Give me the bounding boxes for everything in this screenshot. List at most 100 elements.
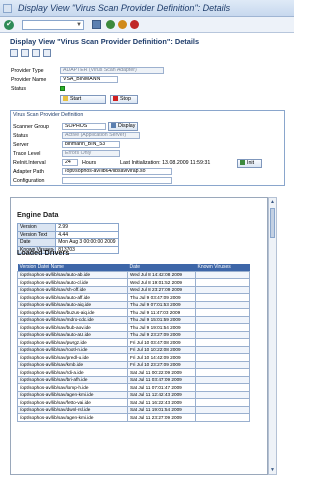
column-header-name[interactable]: Version Datei Name — [17, 264, 128, 271]
engine-data-row: Version 2.99 — [16, 223, 119, 232]
status-green-icon — [60, 86, 65, 91]
scroll-down-icon[interactable]: ▼ — [270, 467, 275, 473]
server-field[interactable]: binmann_BIN_53 — [62, 141, 120, 148]
driver-known-viruses — [195, 308, 250, 317]
driver-known-viruses — [195, 323, 250, 332]
driver-file-name: /opt/sophos-av/lib/sav/auto-aiq.ide — [17, 300, 128, 309]
driver-date: Fri Jul 10 03:47:08 2009 — [127, 338, 196, 347]
driver-date: Fri Jul 10 14:42:09 2009 — [127, 353, 196, 362]
table-row[interactable]: /opt/sophos-av/lib/sav/rdi-a.ide Sat Jul … — [17, 368, 250, 377]
display-button[interactable]: Display — [108, 122, 138, 131]
engine-data-value: Mon Aug 3 00:00:00 2009 — [55, 238, 119, 247]
window-titlebar: Display View "Virus Scan Provider Defini… — [0, 0, 294, 17]
configuration-field[interactable] — [62, 177, 172, 184]
provider-type-field[interactable]: ADAPTER (Virus Scan Adapter) — [60, 67, 164, 74]
driver-file-name: /opt/sophos-av/lib/sav/buzus-aiq.ide — [17, 308, 128, 317]
save-icon[interactable] — [92, 20, 101, 29]
driver-file-name: /opt/sophos-av/lib/sav/agen-kmi.ide — [17, 413, 128, 422]
stop-button[interactable]: Stop — [110, 95, 138, 104]
provider-status-label: Status — [11, 86, 27, 92]
table-row[interactable]: /opt/sophos-av/lib/sav/auto-ab.ide Wed Ju… — [17, 270, 250, 279]
driver-file-name: /opt/sophos-av/lib/sav/pwrgz.ide — [17, 338, 128, 347]
table-row[interactable]: /opt/sophos-av/lib/sav/lomp-h.ide Sat Jul… — [17, 383, 250, 392]
driver-known-viruses — [195, 345, 250, 354]
scroll-up-icon[interactable]: ▲ — [270, 199, 275, 205]
display-icon — [111, 123, 116, 128]
driver-date: Thu Jul 9 03:47:09 2009 — [127, 293, 196, 302]
table-row[interactable]: /opt/sophos-av/lib/sav/auto-aiq.ide Thu J… — [17, 300, 250, 309]
driver-date: Sat Jul 11 12:42:43 2009 — [127, 390, 196, 399]
back-icon[interactable] — [106, 20, 115, 29]
table-row[interactable]: /opt/sophos-av/lib/sav/dwnl-rsl.ide Sat J… — [17, 405, 250, 414]
loaded-drivers-heading: Loaded Drivers — [17, 248, 70, 257]
table-row[interactable]: /opt/sophos-av/lib/sav/agen-kmi.ide Sat J… — [17, 390, 250, 399]
exit-icon[interactable] — [118, 20, 127, 29]
scanner-group-field[interactable]: SOPHOS — [62, 123, 106, 130]
driver-known-viruses — [195, 293, 250, 302]
previous-entry-icon[interactable] — [21, 49, 29, 57]
driver-file-name: /opt/sophos-av/lib/sav/mdro-cdc.ide — [17, 315, 128, 324]
scanner-group-label: Scanner Group — [13, 124, 49, 130]
column-header-date[interactable]: Date — [127, 264, 196, 271]
provider-name-field[interactable]: VSA_BINMANN — [60, 76, 118, 83]
driver-file-name: /opt/sophos-av/lib/sav/kmb.ide — [17, 360, 128, 369]
column-header-known-viruses[interactable]: Known Viruses — [195, 264, 250, 271]
chevron-down-icon[interactable]: ▼ — [76, 21, 82, 29]
enter-icon[interactable]: ✔ — [4, 20, 14, 30]
table-row[interactable]: /opt/sophos-av/lib/sav/auto-aU.ide Thu Ju… — [17, 330, 250, 339]
table-row[interactable]: /opt/sophos-av/lib/sav/mdro-cdc.ide Thu J… — [17, 315, 250, 324]
report-scrollbar[interactable]: ▲ ▼ — [268, 197, 277, 475]
table-row[interactable]: /opt/sophos-av/lib/sav/bub-aov.ide Thu Ju… — [17, 323, 250, 332]
driver-known-viruses — [195, 285, 250, 294]
configuration-label: Configuration — [13, 178, 45, 184]
driver-date: Sat Jul 11 16:22:43 2009 — [127, 398, 196, 407]
server-label: Server — [13, 142, 29, 148]
driver-known-viruses — [195, 398, 250, 407]
init-button[interactable]: Init — [237, 159, 262, 168]
next-entry-icon[interactable] — [32, 49, 40, 57]
adapter-path-field[interactable]: /opt/sophos-av/lib64/libsavivirap.so — [62, 168, 172, 175]
driver-file-name: /opt/sophos-av/lib/sav/bub-aov.ide — [17, 323, 128, 332]
driver-known-viruses — [195, 390, 250, 399]
start-button[interactable]: Start — [60, 95, 106, 104]
sap-window-icon — [3, 4, 12, 13]
table-row[interactable]: /opt/sophos-av/lib/sav/bri-afh.ide Sat Ju… — [17, 375, 250, 384]
command-field[interactable]: ▼ — [22, 20, 84, 30]
table-row[interactable]: /opt/sophos-av/lib/sav/sh-off.ide Wed Jul… — [17, 285, 250, 294]
table-row[interactable]: /opt/sophos-av/lib/sav/kmb.ide Fri Jul 10… — [17, 360, 250, 369]
engine-data-value: 4.44 — [55, 230, 119, 239]
table-row[interactable]: /opt/sophos-av/lib/sav/predl-u.ide Fri Ju… — [17, 353, 250, 362]
cancel-icon[interactable] — [130, 20, 139, 29]
provider-type-label: Provider Type — [11, 68, 44, 74]
driver-date: Fri Jul 10 23:27:09 2009 — [127, 360, 196, 369]
table-row[interactable]: /opt/sophos-av/lib/sav/auto-aff.ide Thu J… — [17, 293, 250, 302]
change-display-icon[interactable] — [10, 49, 18, 57]
driver-file-name: /opt/sophos-av/lib/sav/predl-u.ide — [17, 353, 128, 362]
drivers-header-row: Version Datei Name Date Known Viruses — [17, 264, 250, 271]
table-row[interactable]: /opt/sophos-av/lib/sav/pwrgz.ide Fri Jul … — [17, 338, 250, 347]
other-entry-icon[interactable] — [43, 49, 51, 57]
table-row[interactable]: /opt/sophos-av/lib/sav/auto-cl.ide Wed Ju… — [17, 278, 250, 287]
driver-file-name: /opt/sophos-av/lib/sav/fetto-vai.ide — [17, 398, 128, 407]
trace-level-field[interactable]: Errors Only — [62, 150, 120, 157]
engine-data-key: Version — [16, 223, 57, 232]
driver-date: Wed Jul 8 19:01:52 2009 — [127, 278, 196, 287]
driver-date: Thu Jul 9 19:01:54 2009 — [127, 323, 196, 332]
table-row[interactable]: /opt/sophos-av/lib/sav/fetto-vai.ide Sat … — [17, 398, 250, 407]
driver-known-viruses — [195, 375, 250, 384]
table-row[interactable]: /opt/sophos-av/lib/sav/rootl-n.ide Fri Ju… — [17, 345, 250, 354]
engine-data-key: Date — [16, 238, 57, 247]
driver-date: Thu Jul 9 11:47:03 2009 — [127, 308, 196, 317]
table-row[interactable]: /opt/sophos-av/lib/sav/buzus-aiq.ide Thu … — [17, 308, 250, 317]
trace-level-label: Trace Level — [13, 151, 41, 157]
driver-date: Sat Jul 11 03:47:09 2009 — [127, 375, 196, 384]
table-row[interactable]: /opt/sophos-av/lib/sav/agen-kmi.ide Sat J… — [17, 413, 250, 422]
reinit-interval-field[interactable]: 24 — [62, 159, 78, 166]
driver-file-name: /opt/sophos-av/lib/sav/auto-aU.ide — [17, 330, 128, 339]
driver-known-viruses — [195, 278, 250, 287]
init-icon — [240, 160, 245, 165]
scroll-thumb[interactable] — [270, 208, 275, 238]
engine-data-heading: Engine Data — [17, 210, 59, 219]
status-field[interactable]: Active (Application Server) — [62, 132, 140, 139]
loaded-drivers-table: Version Datei Name Date Known Viruses /o… — [17, 264, 250, 422]
